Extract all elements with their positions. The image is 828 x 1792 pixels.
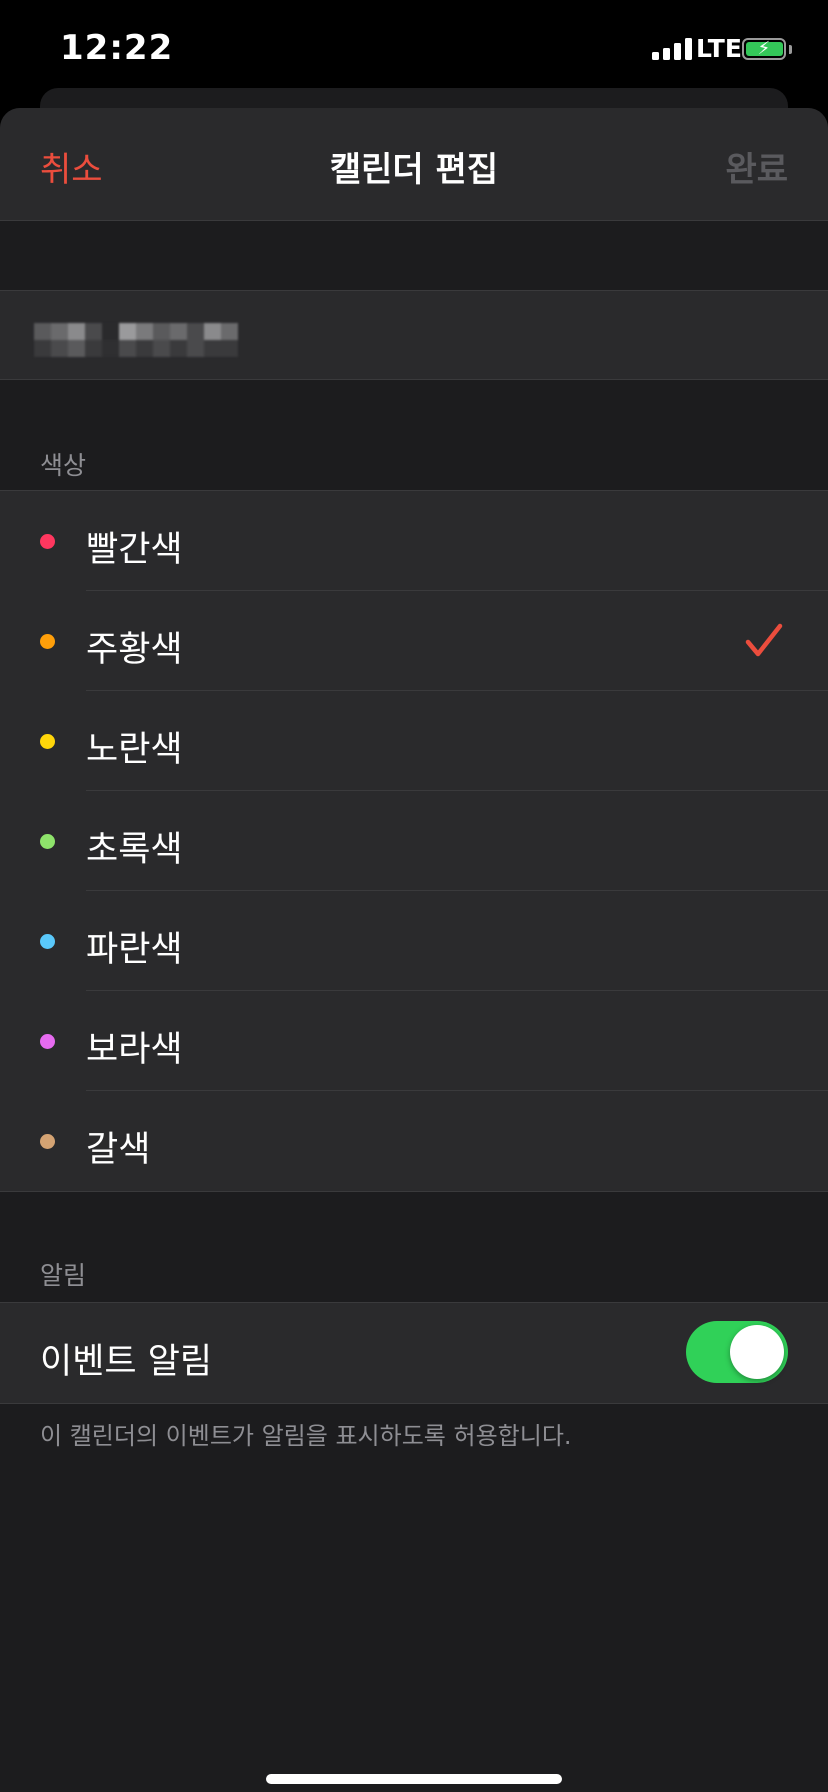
battery-cap — [789, 45, 792, 54]
green-dot-icon — [40, 834, 55, 849]
color-label: 주황색 — [86, 630, 183, 670]
nav-bar: 취소 캘린더 편집 완료 — [0, 108, 828, 221]
cellular-signal-icon — [652, 38, 692, 60]
blue-dot-icon — [40, 934, 55, 949]
color-label: 빨간색 — [86, 530, 183, 570]
orange-dot-icon — [40, 634, 55, 649]
event-alerts-row: 이벤트 알림 — [0, 1302, 828, 1404]
red-dot-icon — [40, 534, 55, 549]
checkmark-icon — [745, 623, 783, 657]
done-button[interactable]: 완료 — [725, 142, 788, 191]
color-list: 빨간색 주황색 노란색 초록색 파란색 보라색 갈색 — [0, 490, 828, 1192]
edit-calendar-sheet: 취소 캘린더 편집 완료 색상 빨간색 주황색 노란색 초록색 파란색 보라색 … — [0, 108, 828, 1792]
color-label: 노란색 — [86, 730, 183, 770]
event-alerts-label: 이벤트 알림 — [40, 1342, 213, 1382]
color-label: 초록색 — [86, 830, 183, 870]
calendar-name-field[interactable] — [0, 290, 828, 380]
color-label: 갈색 — [86, 1130, 151, 1170]
yellow-dot-icon — [40, 734, 55, 749]
status-bar: 12:22 LTE ⚡ — [0, 0, 828, 100]
home-indicator[interactable] — [266, 1774, 562, 1784]
color-label: 보라색 — [86, 1030, 183, 1070]
brown-dot-icon — [40, 1134, 55, 1149]
color-option-blue[interactable]: 파란색 — [0, 891, 828, 991]
color-section-header: 색상 — [40, 451, 87, 480]
color-option-green[interactable]: 초록색 — [0, 791, 828, 891]
color-option-red[interactable]: 빨간색 — [0, 491, 828, 591]
color-option-yellow[interactable]: 노란색 — [0, 691, 828, 791]
status-time: 12:22 — [60, 28, 174, 68]
color-option-brown[interactable]: 갈색 — [0, 1091, 828, 1191]
toggle-knob — [730, 1325, 784, 1379]
event-alerts-toggle[interactable] — [686, 1321, 788, 1383]
event-alerts-footnote: 이 캘린더의 이벤트가 알림을 표시하도록 허용합니다. — [40, 1422, 572, 1450]
page-title: 캘린더 편집 — [329, 150, 499, 190]
color-option-purple[interactable]: 보라색 — [0, 991, 828, 1091]
battery-icon: ⚡ — [742, 38, 786, 60]
redacted-calendar-name — [34, 323, 238, 357]
alerts-section-header: 알림 — [40, 1261, 87, 1290]
purple-dot-icon — [40, 1034, 55, 1049]
color-option-orange[interactable]: 주황색 — [0, 591, 828, 691]
color-label: 파란색 — [86, 930, 183, 970]
network-type: LTE — [696, 34, 742, 63]
bolt-icon: ⚡ — [757, 38, 771, 59]
